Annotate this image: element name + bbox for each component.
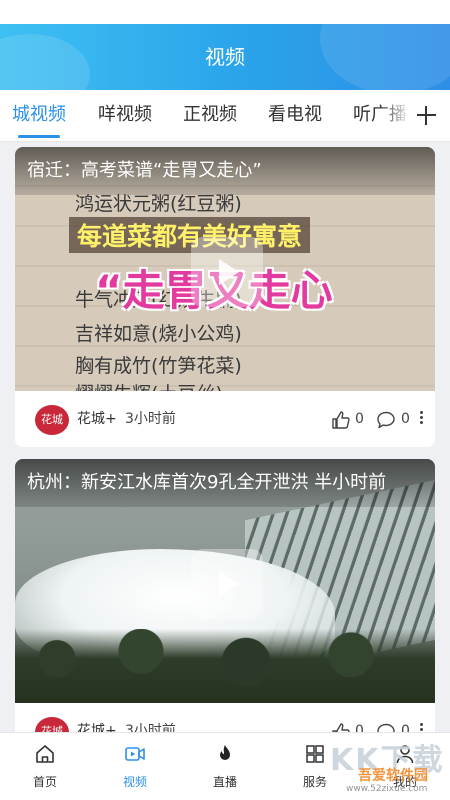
home-icon <box>36 745 54 763</box>
comment-icon[interactable] <box>376 410 396 430</box>
video-thumbnail[interactable]: 鸿运状元粥(红豆粥) 牛气冲天(红烧牛腩) 吉祥如意(烧小公鸡) 胸有成竹(竹笋… <box>15 147 435 391</box>
channel-tabs: 城视频 咩视频 正视频 看电视 听广播 <box>0 90 450 142</box>
tab-city-video[interactable]: 城视频 <box>12 90 66 141</box>
avatar[interactable]: 花城 <box>35 405 69 435</box>
tab-watch-tv[interactable]: 看电视 <box>268 90 322 141</box>
play-icon[interactable] <box>191 237 263 307</box>
nav-video[interactable]: 视频 <box>90 733 180 800</box>
menu-line: 熠熠生辉(土豆丝) <box>75 379 223 391</box>
publish-time: 3小时前 <box>125 411 176 427</box>
source-name[interactable]: 花城+ <box>77 391 117 447</box>
watermark: KK下载 吾爱软件园 www.52zixue.com <box>330 735 445 797</box>
trees-graphic <box>15 629 435 703</box>
tab-fade <box>380 90 410 141</box>
watermark-site-name: 吾爱软件园 <box>358 768 428 784</box>
tab-zheng-video[interactable]: 正视频 <box>183 90 237 141</box>
thumbs-up-icon[interactable] <box>331 410 351 430</box>
status-bar <box>0 0 450 24</box>
app-header: 视频 <box>0 24 450 90</box>
nav-video-label: 视频 <box>122 775 147 789</box>
nav-home[interactable]: 首页 <box>0 733 90 800</box>
comment-count: 0 <box>401 411 410 427</box>
grid-icon <box>306 745 324 763</box>
nav-home-label: 首页 <box>32 775 57 789</box>
play-icon[interactable] <box>191 549 263 619</box>
menu-line: 胸有成竹(竹笋花菜) <box>75 355 242 377</box>
thumbnail-overlay-text: 每道菜都有美好寓意 <box>69 217 311 253</box>
nav-live[interactable]: 直播 <box>180 733 270 800</box>
nav-live-label: 直播 <box>212 775 237 789</box>
watermark-url: www.52zixue.com <box>346 784 428 794</box>
more-icon[interactable] <box>416 409 426 429</box>
video-icon <box>125 747 145 761</box>
video-meta: 花城 花城+ 3小时前 0 0 <box>15 391 435 447</box>
video-title[interactable]: 杭州：新安江水库首次9孔全开泄洪 半小时前 <box>15 459 435 507</box>
plus-icon[interactable] <box>410 90 450 141</box>
menu-line: 吉祥如意(烧小公鸡) <box>75 323 242 345</box>
fire-icon <box>220 745 230 760</box>
tab-mie-video[interactable]: 咩视频 <box>98 90 152 141</box>
video-card[interactable]: 鸿运状元粥(红豆粥) 牛气冲天(红烧牛腩) 吉祥如意(烧小公鸡) 胸有成竹(竹笋… <box>15 147 435 447</box>
video-title[interactable]: 宿迁：高考菜谱“走胃又走心” <box>15 147 435 195</box>
video-thumbnail[interactable]: 杭州：新安江水库首次9孔全开泄洪 半小时前 <box>15 459 435 703</box>
like-count: 0 <box>355 411 364 427</box>
video-card[interactable]: 杭州：新安江水库首次9孔全开泄洪 半小时前 花城 花城+ 3小时前 0 0 <box>15 459 435 759</box>
page-title: 视频 <box>205 45 245 69</box>
